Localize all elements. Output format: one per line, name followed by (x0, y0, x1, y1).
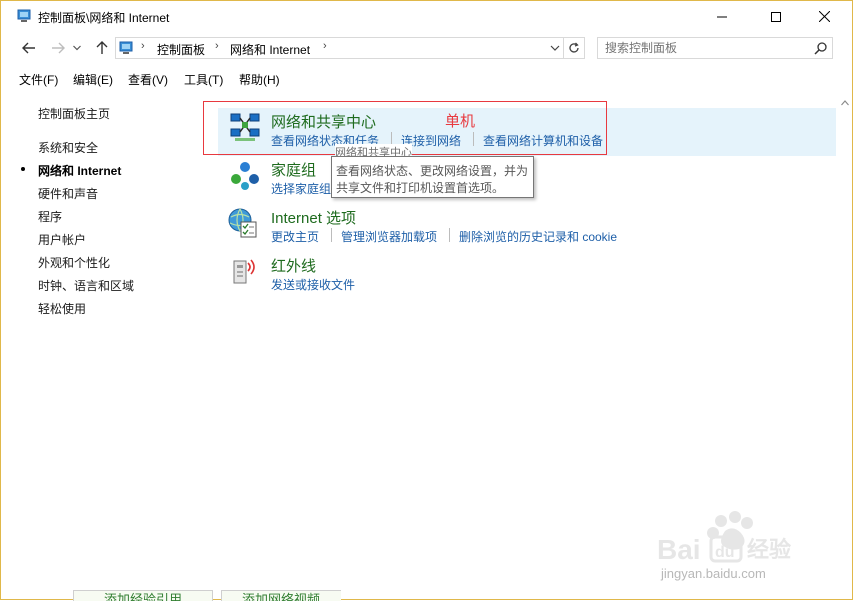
sidebar-item-programs[interactable]: 程序 (38, 208, 62, 225)
chevron-right-icon[interactable]: › (215, 40, 219, 52)
category-title-internet-options[interactable]: Internet 选项 (271, 207, 356, 228)
add-experience-reference-button[interactable]: 添加经验引用 (73, 590, 213, 601)
forward-arrow-icon (52, 42, 65, 54)
sidebar-item-network-internet[interactable]: 网络和 Internet (38, 162, 121, 179)
bottom-partial-toolbar: 添加经验引用 添加网络视频 (71, 590, 341, 601)
category-title-homegroup[interactable]: 家庭组 (271, 159, 316, 180)
sidebar-item-clock-language-region[interactable]: 时钟、语言和区域 (38, 277, 134, 294)
internet-options-icon[interactable] (227, 207, 259, 239)
maximize-button[interactable] (753, 1, 799, 32)
chevron-down-icon (73, 45, 81, 51)
breadcrumb-network-internet[interactable]: 网络和 Internet (230, 41, 310, 58)
minimize-icon (717, 16, 727, 17)
maximize-icon (771, 11, 781, 22)
menu-tools[interactable]: 工具(T) (184, 71, 223, 88)
chevron-right-icon[interactable]: › (141, 40, 145, 52)
add-network-video-button[interactable]: 添加网络视频 (221, 590, 341, 601)
link-divider (449, 228, 450, 242)
control-panel-icon (119, 41, 133, 54)
tooltip: 查看网络状态、更改网络设置，并为 共享文件和打印机设置首选项。 (331, 156, 534, 198)
tooltip-line: 共享文件和打印机设置首选项。 (336, 181, 505, 195)
back-arrow-icon (22, 42, 35, 54)
refresh-button[interactable] (564, 37, 585, 59)
forward-button[interactable] (48, 38, 68, 58)
up-arrow-icon (96, 41, 108, 54)
tooltip-line: 查看网络状态、更改网络设置，并为 (336, 164, 529, 178)
sidebar-item-control-panel-home[interactable]: 控制面板主页 (38, 105, 110, 122)
vertical-scrollbar[interactable] (836, 96, 853, 601)
minimize-button[interactable] (699, 1, 745, 32)
address-bar[interactable]: › 控制面板 › 网络和 Internet › (115, 37, 564, 59)
chevron-down-icon[interactable] (550, 41, 560, 55)
sidebar-item-appearance[interactable]: 外观和个性化 (38, 254, 110, 271)
link-manage-addons[interactable]: 管理浏览器加载项 (341, 228, 437, 245)
back-button[interactable] (19, 38, 39, 58)
svg-text:Bai: Bai (657, 534, 701, 565)
recent-locations-button[interactable] (71, 38, 83, 58)
scroll-up-icon[interactable] (841, 100, 849, 106)
menu-bar: 文件(F) 编辑(E) 查看(V) 工具(T) 帮助(H) (1, 67, 852, 89)
up-button[interactable] (92, 38, 112, 58)
link-send-receive-files[interactable]: 发送或接收文件 (271, 276, 355, 293)
link-choose-homegroup[interactable]: 选择家庭组 (271, 180, 331, 197)
infrared-icon[interactable] (229, 255, 261, 287)
active-item-bullet (21, 167, 25, 171)
homegroup-icon[interactable] (229, 159, 261, 191)
annotation-label: 单机 (445, 113, 476, 130)
sidebar-item-ease-of-access[interactable]: 轻松使用 (38, 300, 86, 317)
menu-view[interactable]: 查看(V) (128, 71, 168, 88)
svg-text:du: du (715, 544, 735, 561)
sidebar-item-system-security[interactable]: 系统和安全 (38, 139, 98, 156)
title-bar: 控制面板\网络和 Internet (1, 1, 852, 32)
menu-edit[interactable]: 编辑(E) (73, 71, 113, 88)
menu-file[interactable]: 文件(F) (19, 71, 58, 88)
link-divider (331, 228, 332, 242)
menu-help[interactable]: 帮助(H) (239, 71, 280, 88)
chevron-right-icon[interactable]: › (323, 40, 327, 52)
control-panel-window: 控制面板\网络和 Internet › 控制面板 › 网络和 Internet … (0, 0, 853, 601)
sidebar-item-user-accounts[interactable]: 用户帐户 (38, 231, 86, 248)
watermark-url: jingyan.baidu.com (661, 566, 766, 581)
link-change-homepage[interactable]: 更改主页 (271, 228, 319, 245)
close-button[interactable] (801, 1, 847, 32)
close-icon (818, 11, 830, 22)
window-title: 控制面板\网络和 Internet (38, 11, 170, 25)
control-panel-icon (17, 9, 31, 22)
category-title-infrared[interactable]: 红外线 (271, 255, 316, 276)
svg-text:经验: 经验 (747, 537, 791, 563)
refresh-icon (569, 42, 579, 53)
search-icon[interactable] (814, 41, 828, 55)
sidebar-item-hardware-sound[interactable]: 硬件和声音 (38, 185, 98, 202)
search-input[interactable] (598, 38, 815, 58)
link-delete-history[interactable]: 删除浏览的历史记录和 cookie (459, 228, 617, 245)
search-box[interactable] (597, 37, 833, 59)
breadcrumb-control-panel[interactable]: 控制面板 (157, 41, 205, 58)
